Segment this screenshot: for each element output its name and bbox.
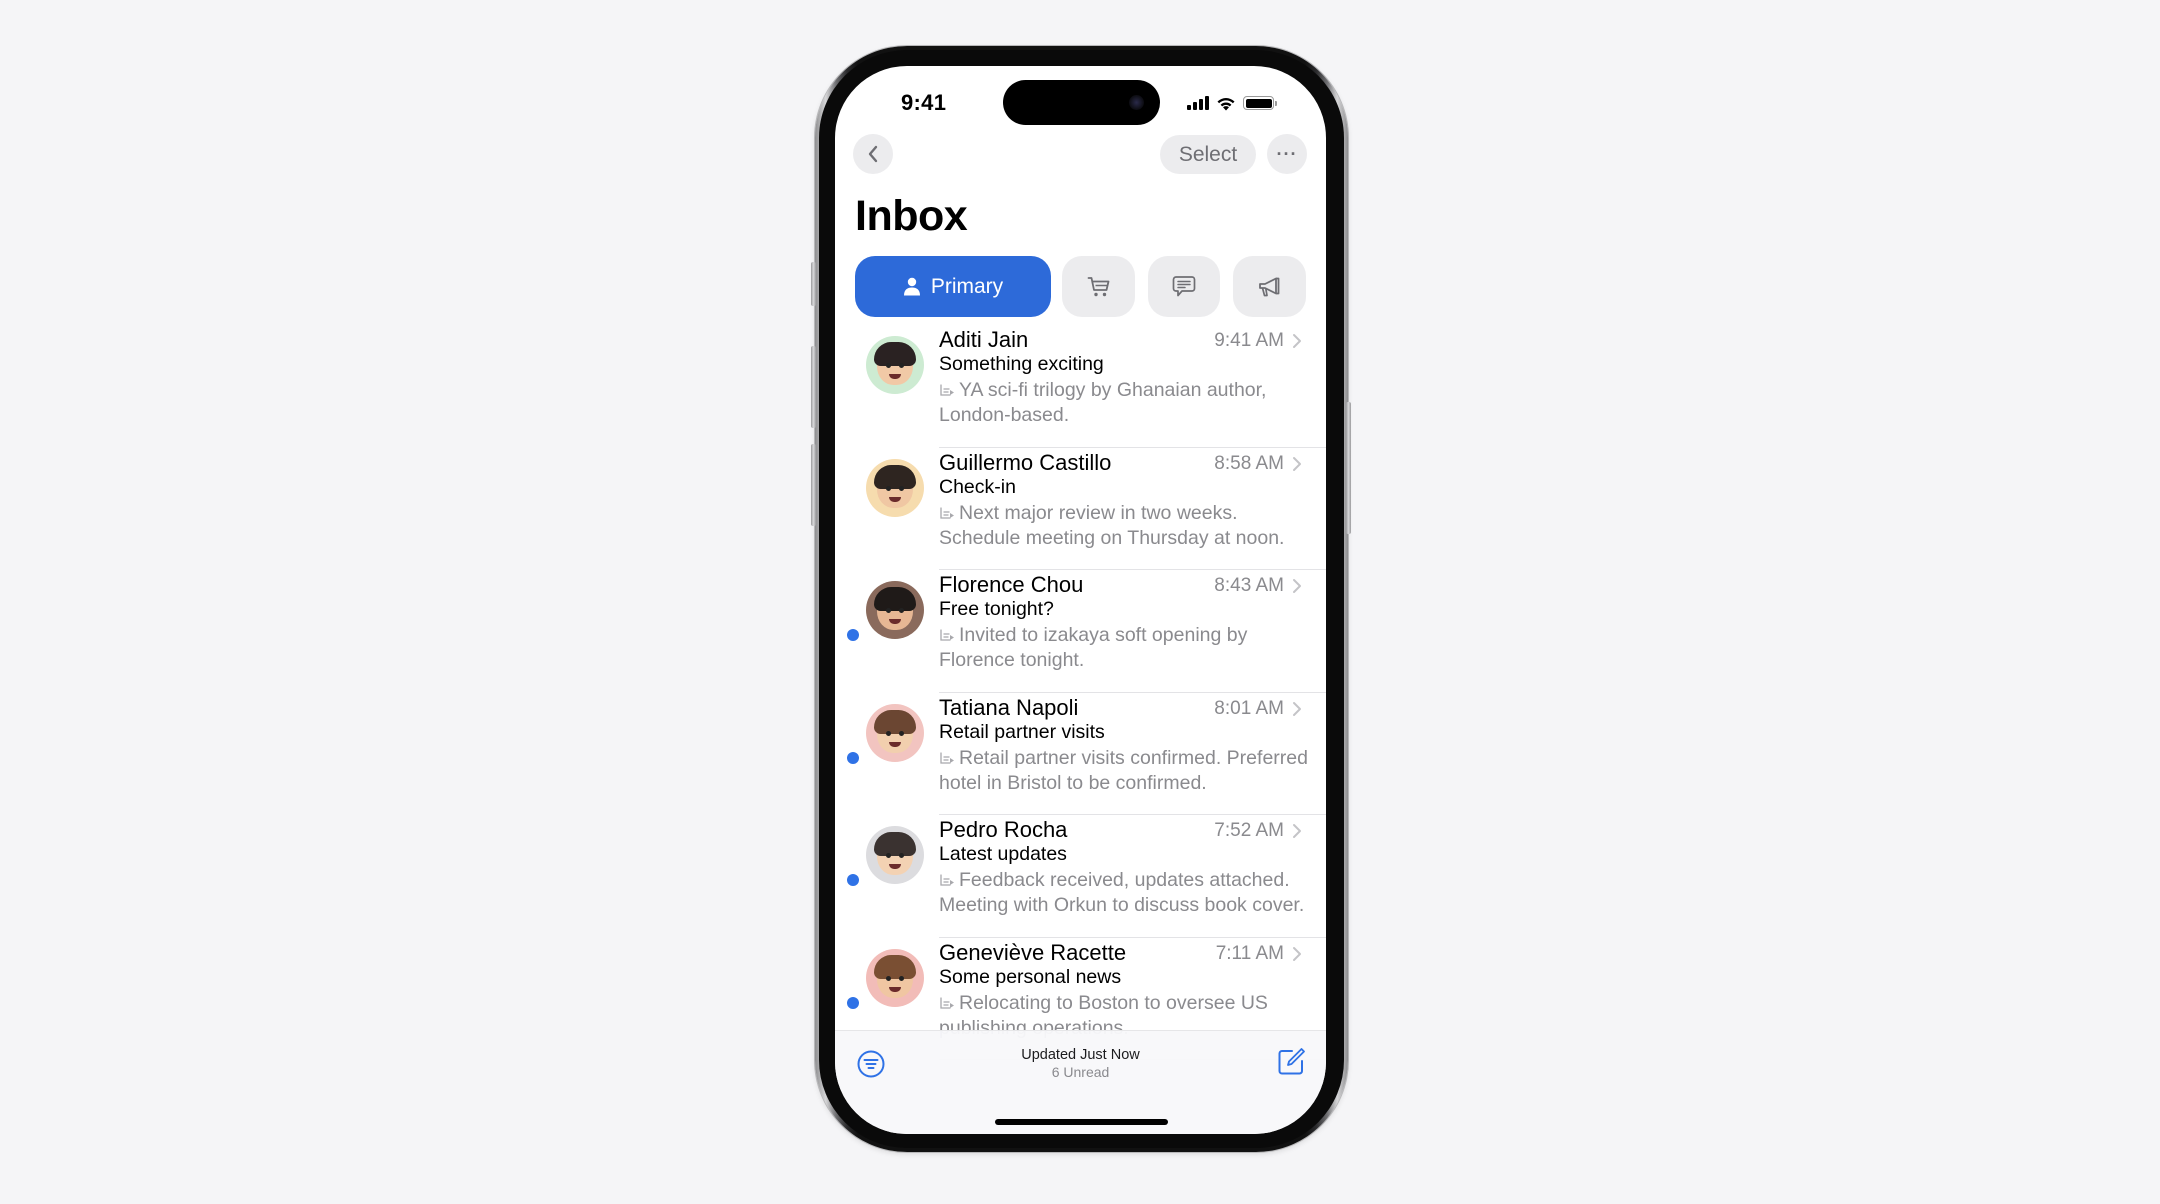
email-subject: Some personal news	[939, 965, 1122, 988]
email-preview-text: Feedback received, updates attached. Mee…	[939, 869, 1305, 916]
more-button[interactable]: ···	[1267, 134, 1307, 174]
email-preview: YA sci-fi trilogy by Ghanaian author, Lo…	[939, 378, 1309, 428]
email-subject: Free tonight?	[939, 598, 1054, 620]
ellipsis-icon: ···	[1276, 143, 1298, 164]
volume-down-button	[811, 444, 816, 526]
avatar	[866, 703, 924, 762]
email-time: 9:41 AM	[1214, 330, 1284, 351]
tab-primary-label: Primary	[930, 274, 1004, 298]
email-preview: Retail partner visits confirmed. Preferr…	[939, 746, 1309, 796]
email-row[interactable]: Pedro Rocha 7:52 AM Latest updates Feedb…	[835, 815, 1326, 938]
email-preview: Next major review in two weeks. Schedule…	[939, 501, 1309, 551]
message-bubble-icon	[1172, 276, 1196, 297]
sender-name: Aditi Jain	[939, 327, 1029, 352]
email-subject: Check-in	[939, 475, 1016, 498]
memoji-face	[874, 464, 916, 508]
tab-promotions[interactable]	[1233, 256, 1306, 317]
email-preview-text: YA sci-fi trilogy by Ghanaian author, Lo…	[939, 379, 1267, 426]
summary-icon	[940, 629, 954, 641]
email-preview: Feedback received, updates attached. Mee…	[939, 868, 1309, 918]
email-row[interactable]: Guillermo Castillo 8:58 AM Check-in Next…	[835, 448, 1326, 570]
tab-primary[interactable]: Primary	[855, 256, 1051, 317]
camera-icon	[1129, 95, 1144, 110]
tab-updates[interactable]	[1148, 256, 1220, 317]
chevron-right-icon	[1293, 334, 1301, 348]
email-preview-text: Next major review in two weeks. Schedule…	[939, 501, 1285, 549]
dynamic-island	[1003, 80, 1160, 125]
side-button	[1346, 402, 1351, 534]
avatar	[866, 336, 924, 394]
status-time: 9:41	[901, 90, 947, 115]
email-subject: Latest updates	[939, 843, 1067, 865]
unread-indicator	[847, 874, 859, 886]
home-indicator[interactable]	[995, 1119, 1168, 1125]
email-time: 7:11 AM	[1215, 942, 1284, 964]
compose-icon	[1278, 1048, 1305, 1075]
email-preview: Invited to izakaya soft opening by Flore…	[939, 623, 1309, 673]
email-preview-text: Retail partner visits confirmed. Preferr…	[939, 746, 1308, 794]
memoji-face	[874, 709, 916, 753]
unread-indicator	[847, 996, 859, 1009]
unread-count: 6 Unread	[1051, 1064, 1110, 1080]
email-subject: Something exciting	[939, 353, 1104, 375]
summary-icon	[940, 996, 954, 1009]
tab-transactions[interactable]	[1062, 256, 1135, 317]
battery-icon	[1243, 96, 1277, 110]
avatar	[866, 458, 924, 517]
memoji-face	[874, 587, 916, 630]
chevron-right-icon	[1293, 579, 1301, 593]
memoji-face	[874, 832, 916, 875]
avatar	[866, 826, 924, 884]
status-icons	[1187, 94, 1277, 112]
avatar	[866, 948, 924, 1007]
email-time: 8:58 AM	[1214, 452, 1284, 474]
email-row[interactable]: Aditi Jain 9:41 AM Something exciting YA…	[835, 325, 1326, 448]
unread-indicator	[847, 751, 859, 764]
phone-screen: 9:41 Select ··· Inbox Primary Aditi Jain…	[835, 66, 1326, 1134]
email-list: Aditi Jain 9:41 AM Something exciting YA…	[835, 325, 1326, 1060]
cart-icon	[1087, 276, 1109, 296]
chevron-right-icon	[1293, 946, 1301, 961]
email-row[interactable]: Florence Chou 8:43 AM Free tonight? Invi…	[835, 570, 1326, 693]
chevron-right-icon	[1293, 701, 1301, 716]
sender-name: Tatiana Napoli	[939, 694, 1079, 720]
summary-icon	[940, 751, 954, 764]
cellular-signal-icon	[1187, 96, 1209, 110]
action-button	[811, 262, 816, 306]
email-subject: Retail partner visits	[939, 720, 1105, 743]
sender-name: Geneviève Racette	[939, 939, 1127, 965]
email-row[interactable]: Tatiana Napoli 8:01 AM Retail partner vi…	[835, 693, 1326, 815]
sync-status: Updated Just Now	[1021, 1047, 1140, 1063]
megaphone-icon	[1258, 277, 1279, 296]
summary-icon	[940, 506, 954, 519]
email-time: 7:52 AM	[1214, 820, 1284, 841]
sender-name: Guillermo Castillo	[939, 449, 1112, 475]
unread-indicator	[847, 629, 859, 641]
email-time: 8:01 AM	[1214, 697, 1284, 719]
memoji-face	[874, 342, 916, 385]
memoji-face	[874, 954, 916, 998]
sender-name: Florence Chou	[939, 572, 1084, 597]
bottom-toolbar: Updated Just Now 6 Unread	[835, 1030, 1326, 1134]
wifi-icon	[1217, 97, 1235, 110]
chevron-right-icon	[1293, 456, 1301, 471]
page-title: Inbox	[855, 192, 968, 240]
back-button[interactable]	[853, 134, 893, 174]
chevron-right-icon	[1293, 824, 1301, 838]
volume-up-button	[811, 346, 816, 428]
email-time: 8:43 AM	[1214, 575, 1284, 596]
select-button[interactable]: Select	[1160, 135, 1256, 174]
summary-icon	[940, 384, 954, 396]
sender-name: Pedro Rocha	[939, 817, 1068, 842]
summary-icon	[940, 874, 954, 886]
compose-button[interactable]	[1276, 1047, 1306, 1077]
avatar	[866, 581, 924, 639]
person-icon	[903, 277, 920, 296]
email-preview-text: Invited to izakaya soft opening by Flore…	[939, 624, 1248, 671]
chevron-left-icon	[868, 145, 878, 163]
